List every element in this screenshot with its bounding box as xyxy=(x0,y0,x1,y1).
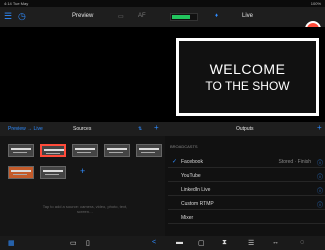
output-label: Facebook xyxy=(181,159,203,165)
grid-icon[interactable]: ▦ xyxy=(8,239,15,247)
source-thumb-7[interactable] xyxy=(40,166,66,179)
layout-single-icon[interactable]: ▭ xyxy=(70,239,77,247)
top-bar: ☰ ◷ Preview ▭ AF ♦ Live xyxy=(0,7,325,37)
broadcasts-header: BROADCASTS xyxy=(170,144,198,149)
sources-title: Sources xyxy=(73,126,92,132)
audio-meter xyxy=(170,13,198,21)
mic-icon[interactable]: ♦ xyxy=(215,13,218,19)
screen-icon[interactable]: ▢ xyxy=(198,239,205,247)
swap-icon[interactable]: ↔ xyxy=(272,239,279,246)
tab-preview[interactable]: Preview xyxy=(72,13,93,19)
info-icon[interactable]: ⓘ xyxy=(317,186,323,195)
add-source-tile-icon[interactable]: + xyxy=(80,166,85,176)
source-thumb-5[interactable] xyxy=(136,144,162,157)
sliders-icon[interactable]: ☰ xyxy=(248,239,254,247)
comment-icon[interactable]: ◌ xyxy=(300,239,304,246)
output-row-linkedin[interactable]: LinkedIn Live ⓘ xyxy=(168,184,325,196)
source-thumb-1[interactable] xyxy=(8,144,34,157)
output-label: Mixer xyxy=(181,215,194,221)
output-row-facebook[interactable]: ✓ Facebook Stored · Finish ⓘ xyxy=(168,156,325,168)
welcome-line-1: WELCOME xyxy=(209,61,286,77)
mid-bar: Preview → Live Sources ⇅ + Outputs + xyxy=(0,122,325,136)
add-output-icon[interactable]: + xyxy=(317,123,322,132)
sources-link-icon[interactable]: ⇅ xyxy=(138,126,142,132)
tab-live[interactable]: Live xyxy=(242,13,253,19)
output-row-mixer[interactable]: Mixer xyxy=(168,212,325,224)
camera-icon[interactable]: ▭ xyxy=(118,13,124,20)
share-icon[interactable]: < xyxy=(152,239,156,246)
preview-live-toggle[interactable]: Preview → Live xyxy=(8,126,43,132)
source-thumb-2[interactable] xyxy=(40,144,66,157)
outputs-title: Outputs xyxy=(236,126,254,132)
sources-hint: Tap to add a source: camera, video, phot… xyxy=(42,204,128,214)
preview-area[interactable] xyxy=(0,27,162,122)
bottom-toolbar: ▦ ▭ ▯ < ▬ ▢ ⧗ ☰ ↔ ◌ xyxy=(0,236,325,250)
output-label: Custom RTMP xyxy=(181,201,214,207)
add-source-icon[interactable]: + xyxy=(154,123,159,132)
af-label[interactable]: AF xyxy=(138,13,146,19)
info-icon[interactable]: ⓘ xyxy=(317,200,323,209)
layout-split-icon[interactable]: ▯ xyxy=(86,239,90,247)
source-thumb-4[interactable] xyxy=(104,144,130,157)
live-screen-graphic: WELCOME TO THE SHOW xyxy=(176,38,319,116)
camera-tool-icon[interactable]: ▬ xyxy=(176,239,183,246)
status-bar: 4:14 Tue May 100% xyxy=(0,0,325,7)
welcome-line-2: TO THE SHOW xyxy=(205,79,290,93)
check-icon: ✓ xyxy=(172,159,178,165)
source-thumb-3[interactable] xyxy=(72,144,98,157)
output-label: LinkedIn Live xyxy=(181,187,211,193)
source-thumb-6[interactable] xyxy=(8,166,34,179)
output-label: YouTube xyxy=(181,173,201,179)
output-row-youtube[interactable]: YouTube ⓘ xyxy=(168,170,325,182)
output-status: Stored · Finish xyxy=(278,159,311,165)
clock-icon[interactable]: ◷ xyxy=(18,11,26,22)
menu-icon[interactable]: ☰ xyxy=(4,11,12,22)
info-icon[interactable]: ⓘ xyxy=(317,158,323,167)
hourglass-icon[interactable]: ⧗ xyxy=(222,239,227,247)
output-row-custom-rtmp[interactable]: Custom RTMP ⓘ xyxy=(168,198,325,210)
info-icon[interactable]: ⓘ xyxy=(317,172,323,181)
